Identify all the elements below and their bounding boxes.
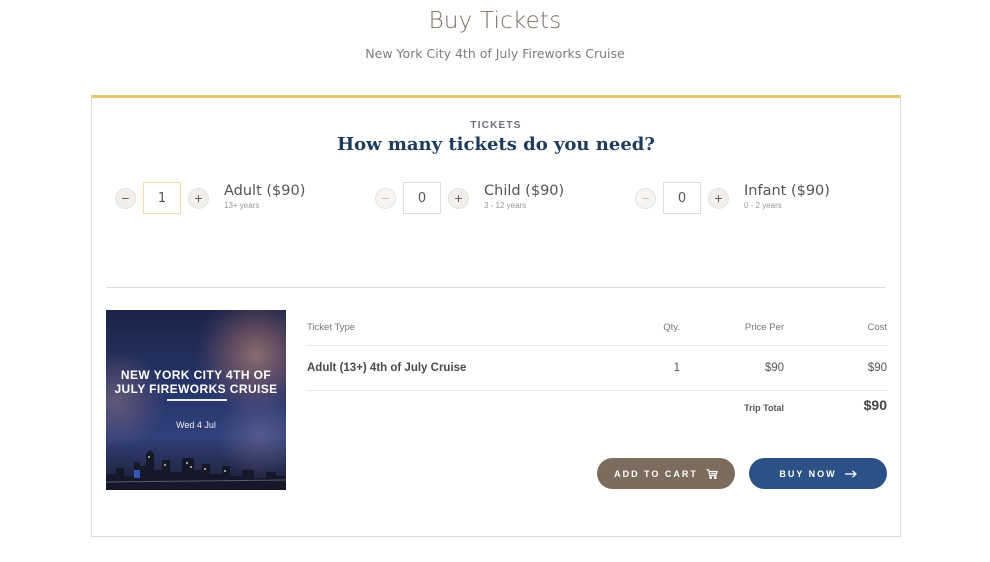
event-image: NEW YORK CITY 4TH OF JULY FIREWORKS CRUI… bbox=[106, 310, 286, 490]
decrement-adult-button[interactable]: − bbox=[115, 187, 136, 209]
ticket-name: Infant ($90) bbox=[744, 182, 830, 199]
order-summary: Ticket Type Qty. Price Per Cost Adult (1… bbox=[307, 310, 887, 431]
decrement-infant-button[interactable]: − bbox=[635, 187, 656, 209]
ticket-age: 3 - 12 years bbox=[484, 200, 527, 210]
add-to-cart-label: ADD TO CART bbox=[614, 468, 698, 479]
adult-quantity-input[interactable]: 1 bbox=[143, 182, 181, 214]
increment-adult-button[interactable]: + bbox=[188, 187, 209, 209]
ticket-selector-child: − 0 + Child ($90) 3 - 12 years bbox=[375, 181, 564, 215]
ticket-name: Adult ($90) bbox=[224, 182, 306, 199]
section-heading: How many tickets do you need? bbox=[337, 134, 655, 155]
cart-icon bbox=[706, 468, 718, 479]
row-ticket-type: Adult (13+) 4th of July Cruise bbox=[307, 362, 467, 374]
increment-child-button[interactable]: + bbox=[448, 187, 469, 209]
ticket-selector-adult: − 1 + Adult ($90) 13+ years bbox=[115, 181, 305, 215]
event-image-title-line: NEW YORK CITY 4TH OF bbox=[120, 368, 272, 382]
row-cost: $90 bbox=[867, 362, 887, 374]
section-label: TICKETS bbox=[470, 120, 522, 131]
column-header-cost: Cost bbox=[867, 322, 887, 333]
infant-quantity-input[interactable]: 0 bbox=[663, 182, 701, 214]
section-divider bbox=[106, 287, 886, 288]
child-quantity-input[interactable]: 0 bbox=[403, 182, 441, 214]
ticket-selector-infant: − 0 + Infant ($90) 0 - 2 years bbox=[635, 181, 830, 215]
trip-total-value: $90 bbox=[863, 397, 887, 413]
column-header-qty: Qty. bbox=[663, 322, 680, 333]
decrement-child-button[interactable]: − bbox=[375, 187, 396, 209]
buy-now-button[interactable]: BUY NOW bbox=[749, 458, 887, 489]
event-image-date: Wed 4 Jul bbox=[176, 420, 216, 430]
ticket-card: TICKETS How many tickets do you need? − … bbox=[91, 95, 901, 537]
arrow-right-icon bbox=[844, 469, 857, 478]
page-subtitle: New York City 4th of July Fireworks Crui… bbox=[365, 46, 625, 61]
event-image-title: NEW YORK CITY 4TH OF JULY FIREWORKS CRUI… bbox=[106, 368, 286, 396]
table-row: Adult (13+) 4th of July Cruise 1 $90 $90 bbox=[307, 346, 887, 391]
page-title: Buy Tickets bbox=[428, 8, 562, 34]
ticket-age: 0 - 2 years bbox=[744, 200, 782, 210]
row-price: $90 bbox=[764, 362, 784, 374]
trip-total-label: Trip Total bbox=[744, 403, 784, 413]
column-header-type: Ticket Type bbox=[307, 322, 356, 333]
firework-graphic bbox=[106, 350, 166, 450]
row-qty: 1 bbox=[673, 362, 680, 374]
buy-now-label: BUY NOW bbox=[779, 468, 837, 479]
add-to-cart-button[interactable]: ADD TO CART bbox=[597, 458, 735, 489]
summary-header-row: Ticket Type Qty. Price Per Cost bbox=[307, 310, 887, 346]
event-image-rule bbox=[167, 399, 227, 401]
ticket-age: 13+ years bbox=[224, 200, 260, 210]
trip-total-row: Trip Total $90 bbox=[307, 391, 887, 431]
ticket-info-child: Child ($90) 3 - 12 years bbox=[484, 183, 564, 210]
skyline-graphic bbox=[106, 450, 286, 490]
event-image-title-line: JULY FIREWORKS CRUISE bbox=[114, 382, 278, 396]
increment-infant-button[interactable]: + bbox=[708, 187, 729, 209]
column-header-price: Price Per bbox=[744, 322, 784, 333]
ticket-info-infant: Infant ($90) 0 - 2 years bbox=[744, 183, 830, 210]
ticket-info-adult: Adult ($90) 13+ years bbox=[224, 183, 305, 210]
ticket-name: Child ($90) bbox=[484, 182, 565, 199]
